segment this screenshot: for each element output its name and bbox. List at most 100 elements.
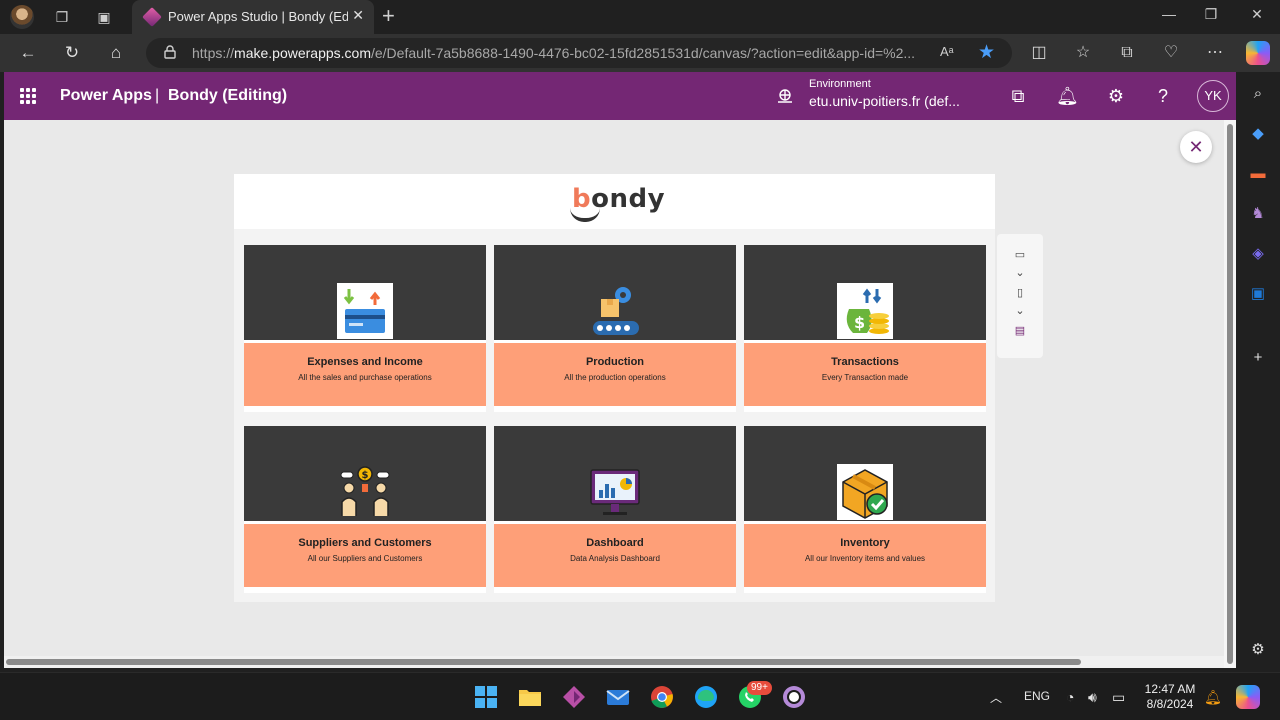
power-apps-header: Power Apps | Bondy (Editing) Environment… (4, 72, 1236, 120)
horizontal-scrollbar[interactable] (4, 656, 1224, 668)
app-launcher-icon[interactable] (20, 88, 36, 104)
copilot-pane-icon[interactable]: ⧉ (1007, 85, 1029, 107)
card-production[interactable]: Production All the production operations (494, 245, 736, 412)
home-icon[interactable]: ⌂ (104, 42, 128, 64)
monitor-chart-icon (590, 469, 640, 515)
restore-icon[interactable]: ❐ (1196, 6, 1226, 23)
vertical-scrollbar[interactable] (1224, 120, 1236, 668)
add-sidebar-app-icon[interactable]: + (1248, 348, 1268, 368)
svg-text:$: $ (362, 470, 369, 481)
copilot-taskbar-icon[interactable] (1236, 685, 1260, 709)
copilot-sidebar-icon[interactable]: ◈ (1248, 244, 1268, 264)
volume-icon[interactable]: 🔊︎ (1088, 689, 1097, 706)
card-suppliers-customers[interactable]: $ Suppliers and Customers All our Suppli… (244, 426, 486, 593)
power-apps-taskbar-icon[interactable] (562, 685, 586, 709)
environment-label: Environment (809, 78, 871, 90)
games-icon[interactable]: ♞ (1248, 204, 1268, 224)
user-avatar[interactable]: YK (1197, 80, 1229, 112)
notifications-icon[interactable]: 🔔︎ (1056, 85, 1079, 107)
tab-close-icon[interactable]: ✕ (352, 7, 364, 24)
preview-device-toolbar: ▭ ⌄ ▯ ⌄ ▤ (997, 234, 1043, 358)
edge-icon[interactable] (694, 685, 718, 709)
active-tab[interactable]: Power Apps Studio | Bondy (Edi ✕ (132, 0, 374, 34)
card-title: Suppliers and Customers (298, 537, 432, 549)
collections-icon[interactable]: ⧉ (1116, 42, 1138, 64)
vertical-tabs-icon[interactable]: ▣ (94, 7, 114, 27)
minimize-icon[interactable]: — (1154, 6, 1184, 22)
box-check-icon (837, 464, 893, 520)
credit-card-transfer-icon (337, 283, 393, 339)
copilot-icon[interactable] (1246, 41, 1270, 65)
title-separator: | (155, 87, 160, 104)
card-subtitle: Every Transaction made (821, 373, 909, 382)
edge-sidebar: ⌕ ◆ ▬ ♞ ◈ ▣ + ⚙ (1236, 72, 1280, 672)
environment-icon (778, 89, 792, 103)
close-preview-button[interactable]: ✕ (1180, 131, 1212, 163)
tools-icon[interactable]: ▬ (1248, 164, 1268, 184)
product-name[interactable]: Power Apps (60, 87, 152, 105)
new-tab-icon[interactable]: + (382, 4, 395, 28)
card-inventory[interactable]: Inventory All our Inventory items and va… (744, 426, 986, 593)
card-transactions[interactable]: $ Transactions Every Transaction made (744, 245, 986, 412)
bondy-logo: bondy (570, 182, 665, 224)
battery-icon[interactable]: ▭ (1112, 689, 1125, 706)
url-text[interactable]: https://make.powerapps.com/e/Default-7a5… (192, 45, 932, 61)
conveyor-gear-icon (593, 287, 639, 335)
favorites-icon[interactable]: ☆ (1072, 42, 1094, 64)
windows-start-icon[interactable] (474, 685, 498, 709)
refresh-icon[interactable]: ↻ (60, 42, 84, 64)
show-hidden-icons[interactable]: ︿ (990, 689, 1002, 706)
read-aloud-icon[interactable]: Aᵃ (940, 44, 954, 59)
settings-icon[interactable]: ⚙ (1105, 85, 1127, 107)
language-indicator[interactable]: ENG (1024, 689, 1050, 703)
favorite-star-icon[interactable]: ★ (978, 41, 995, 64)
clock[interactable]: 12:47 AM 8/8/2024 (1140, 682, 1200, 712)
more-menu-icon[interactable]: ⋯ (1204, 42, 1226, 64)
mail-icon[interactable] (606, 685, 630, 709)
navigation-bar: ← ↻ ⌂ https://make.powerapps.com/e/Defau… (0, 34, 1280, 72)
windows-taskbar: 99+ ︿ ENG ◔ 🔊︎ ▭ 12:47 AM 8/8/2024 🔔︎ (0, 672, 1280, 720)
card-title: Production (585, 356, 645, 368)
tablet-view-icon[interactable]: ▭ (1010, 248, 1030, 266)
wifi-icon[interactable]: ◔ (1066, 689, 1074, 705)
card-subtitle: All the production operations (564, 373, 666, 382)
split-screen-icon[interactable]: ◫ (1028, 42, 1050, 64)
outlook-icon[interactable]: ▣ (1248, 284, 1268, 304)
card-title: Dashboard (586, 537, 644, 549)
sidebar-settings-icon[interactable]: ⚙ (1248, 640, 1268, 660)
whatsapp-badge: 99+ (747, 681, 772, 695)
app-preview-screen: bondy Expenses and Income All the sales … (234, 174, 995, 602)
card-title: Transactions (831, 356, 899, 368)
recorder-icon[interactable] (782, 685, 806, 709)
sidebar-search-icon[interactable]: ⌕ (1248, 84, 1268, 104)
window-close-icon[interactable]: ✕ (1242, 6, 1272, 23)
shopping-tag-icon[interactable]: ◆ (1248, 124, 1268, 144)
document-title: Bondy (Editing) (168, 87, 288, 104)
card-expenses-income[interactable]: Expenses and Income All the sales and pu… (244, 245, 486, 412)
back-icon[interactable]: ← (16, 42, 40, 64)
tab-title: Power Apps Studio | Bondy (Edi (168, 9, 348, 24)
chevron-down-icon[interactable]: ⌄ (1010, 266, 1030, 284)
chrome-icon[interactable] (650, 685, 674, 709)
file-explorer-icon[interactable] (518, 685, 542, 709)
notification-bell-icon[interactable]: 🔔︎ (1204, 689, 1222, 706)
workspaces-icon[interactable]: ❐ (52, 7, 72, 27)
browser-tab-strip: ❐ ▣ Power Apps Studio | Bondy (Edi ✕ + —… (0, 0, 1280, 34)
card-title: Inventory (840, 537, 890, 549)
browser-essentials-icon[interactable]: ♡ (1160, 42, 1182, 64)
logo-bar: bondy (234, 174, 995, 229)
environment-picker[interactable]: etu.univ-poitiers.fr (def... (809, 93, 960, 109)
card-dashboard[interactable]: Dashboard Data Analysis Dashboard (494, 426, 736, 593)
people-dollar-icon: $ (340, 466, 390, 516)
chevron-down-icon[interactable]: ⌄ (1010, 304, 1030, 322)
address-bar[interactable]: https://make.powerapps.com/e/Default-7a5… (146, 38, 1012, 68)
phone-view-icon[interactable]: ▯ (1010, 286, 1030, 304)
profile-avatar[interactable] (10, 5, 34, 29)
card-subtitle: All our Inventory items and values (804, 554, 926, 563)
help-icon[interactable]: ? (1152, 85, 1174, 107)
money-bag-coins-icon: $ (837, 283, 893, 339)
power-apps-favicon-icon (142, 7, 162, 27)
card-title: Expenses and Income (307, 356, 423, 368)
web-view-icon[interactable]: ▤ (1010, 324, 1030, 342)
card-subtitle: Data Analysis Dashboard (570, 554, 660, 563)
